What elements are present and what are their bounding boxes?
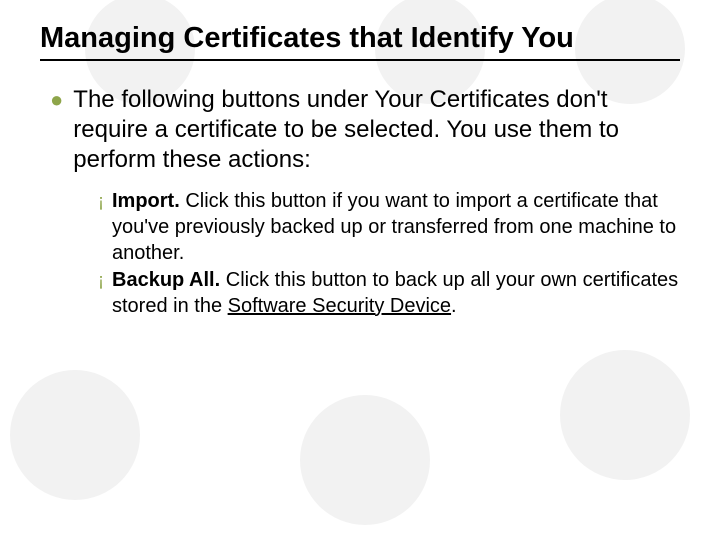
slide-title: Managing Certificates that Identify You <box>40 22 680 55</box>
import-desc: Click this button if you want to import … <box>112 190 676 263</box>
software-security-device-link[interactable]: Software Security Device <box>228 295 451 317</box>
bullet-level1: ● The following buttons under Your Certi… <box>50 85 680 175</box>
backup-all-label: Backup All. <box>112 269 220 291</box>
hollow-bullet-icon: ¡ <box>98 268 104 319</box>
sub-bullet-backup-all: ¡ Backup All. Click this button to back … <box>98 268 680 319</box>
slide: Managing Certificates that Identify You … <box>0 0 720 540</box>
import-label: Import. <box>112 190 180 212</box>
sub-bullets: ¡ Import. Click this button if you want … <box>98 189 680 319</box>
disc-bullet-icon: ● <box>50 85 63 175</box>
title-rule <box>40 59 680 61</box>
slide-body: ● The following buttons under Your Certi… <box>50 85 680 319</box>
backup-all-text: Backup All. Click this button to back up… <box>112 268 680 319</box>
sub-bullet-import: ¡ Import. Click this button if you want … <box>98 189 680 266</box>
intro-text: The following buttons under Your Certifi… <box>73 85 680 175</box>
hollow-bullet-icon: ¡ <box>98 189 104 266</box>
backup-all-desc-after: . <box>451 295 457 317</box>
import-text: Import. Click this button if you want to… <box>112 189 680 266</box>
